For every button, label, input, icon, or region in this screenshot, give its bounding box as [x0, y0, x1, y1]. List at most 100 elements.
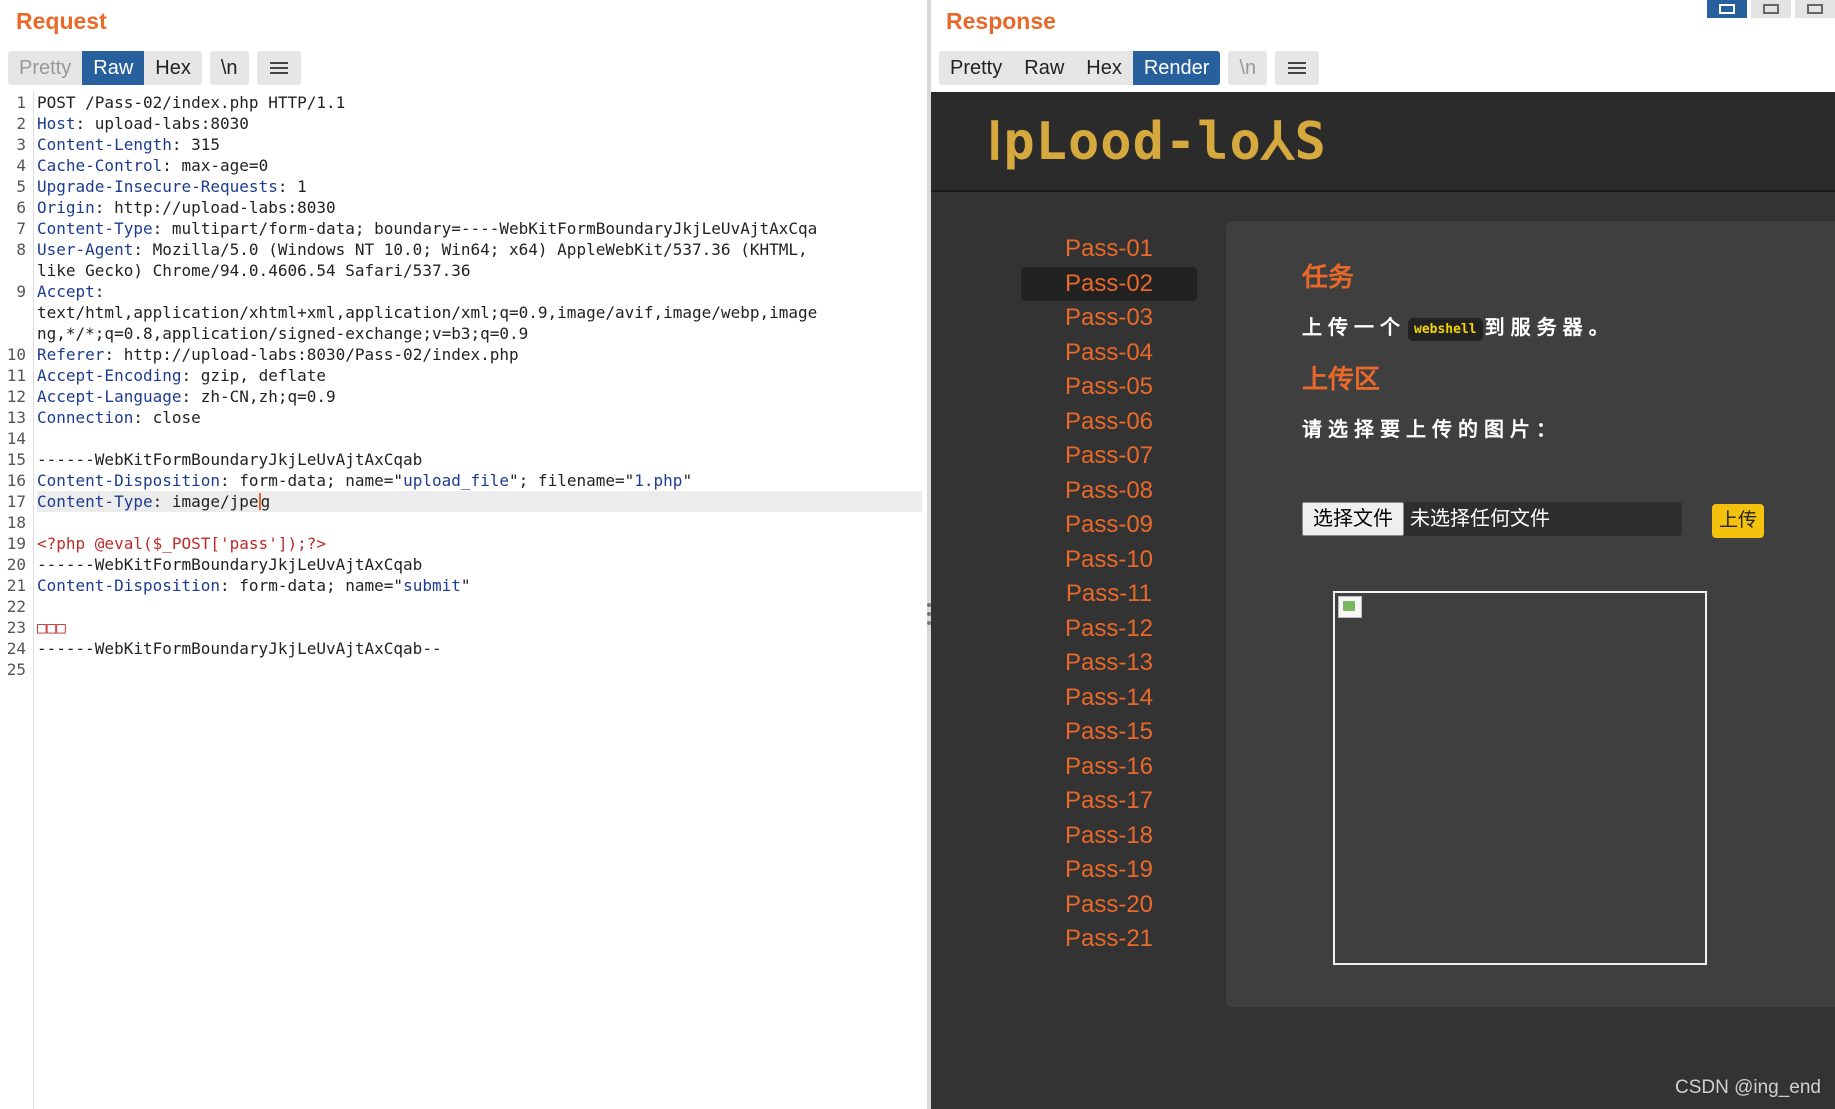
- response-menu-button[interactable]: [1275, 51, 1320, 85]
- code-line: Accept:: [37, 281, 922, 302]
- code-token: : image/jpe: [152, 492, 259, 511]
- response-tab-raw[interactable]: Raw: [1013, 51, 1076, 85]
- response-tab-render[interactable]: Render: [1132, 51, 1221, 85]
- code-token: Cache-Control: [37, 156, 163, 175]
- nav-item-pass-13[interactable]: Pass-13: [1021, 646, 1197, 681]
- code-token: text/html,application/xhtml+xml,applicat…: [37, 303, 818, 322]
- split-view-button[interactable]: [1707, 0, 1747, 18]
- response-tab-pretty[interactable]: Pretty: [939, 51, 1014, 85]
- code-line: ------WebKitFormBoundaryJkjLeUvAjtAxCqab…: [37, 638, 922, 659]
- code-token: ------WebKitFormBoundaryJkjLeUvAjtAxCqab…: [37, 639, 442, 658]
- line-number: 21: [6, 576, 26, 595]
- nav-item-pass-03[interactable]: Pass-03: [1021, 301, 1197, 336]
- code-token: Referer: [37, 345, 105, 364]
- code-token: submit: [403, 576, 461, 595]
- line-number: 24: [6, 639, 26, 658]
- nav-item-pass-08[interactable]: Pass-08: [1021, 474, 1197, 509]
- upload-area-heading: 上传区: [1302, 364, 1381, 394]
- code-token: : 315: [171, 135, 221, 154]
- response-tab-hex[interactable]: Hex: [1075, 51, 1133, 85]
- nav-item-pass-15[interactable]: Pass-15: [1021, 715, 1197, 750]
- code-token: Content-Length: [37, 135, 172, 154]
- upload-button[interactable]: 上传: [1712, 504, 1764, 538]
- line-number: 16: [6, 471, 26, 490]
- line-number: 9: [16, 282, 26, 301]
- file-input[interactable]: 选择文件 未选择任何文件: [1302, 502, 1682, 536]
- nav-item-pass-12[interactable]: Pass-12: [1021, 612, 1197, 647]
- request-view-tabs: Pretty Raw Hex: [8, 51, 202, 85]
- request-tab-pretty[interactable]: Pretty: [8, 51, 83, 85]
- choose-file-button[interactable]: 选择文件: [1302, 502, 1404, 536]
- nav-item-pass-10[interactable]: Pass-10: [1021, 543, 1197, 578]
- nav-item-pass-17[interactable]: Pass-17: [1021, 784, 1197, 819]
- request-editor[interactable]: 1 2 3 4 5 6 7 8 9 10 11 12 13 14 15 16 17 18 19 20 21 22 23 24 2…: [0, 92, 925, 1109]
- code-token: POST /Pass-02/index.php HTTP/1.1: [37, 93, 346, 112]
- code-token: User-Agent: [37, 240, 134, 259]
- line-number: 7: [16, 219, 26, 238]
- nav-item-pass-16[interactable]: Pass-16: [1021, 750, 1197, 785]
- no-file-selected-label: 未选择任何文件: [1410, 508, 1550, 530]
- code-line: Connection: close: [37, 407, 922, 428]
- code-token: : form-data; name=": [220, 576, 404, 595]
- code-token: ": [682, 471, 693, 490]
- code-token: Content-Type: [37, 492, 153, 511]
- line-number: 23: [6, 618, 26, 637]
- code-token: Host: [37, 114, 76, 133]
- request-menu-button[interactable]: [256, 51, 301, 85]
- code-token: :: [94, 282, 105, 301]
- nav-item-pass-20[interactable]: Pass-20: [1021, 888, 1197, 923]
- line-number: 15: [6, 450, 26, 469]
- nav-item-pass-14[interactable]: Pass-14: [1021, 681, 1197, 716]
- line-number: 2: [16, 114, 26, 133]
- code-line: POST /Pass-02/index.php HTTP/1.1: [37, 92, 922, 113]
- line-number: 4: [16, 156, 26, 175]
- response-newline-toggle[interactable]: \n: [1228, 51, 1268, 85]
- code-token: : 1: [277, 177, 307, 196]
- line-number: 10: [6, 345, 26, 364]
- nav-item-pass-06[interactable]: Pass-06: [1021, 405, 1197, 440]
- layout-toggle-group: [1703, 0, 1835, 18]
- code-token: Upgrade-Insecure-Requests: [37, 177, 278, 196]
- stacked-view-button[interactable]: [1751, 0, 1791, 18]
- code-token: : http://upload-labs:8030: [94, 198, 336, 217]
- code-token: : zh-CN,zh;q=0.9: [181, 387, 336, 406]
- code-token: : form-data; name=": [220, 471, 404, 490]
- broken-image-icon: [1338, 596, 1362, 618]
- response-pane: Response Pretty Raw Hex Render \n ⅠpLood…: [931, 0, 1835, 1109]
- code-token: Accept-Language: [37, 387, 182, 406]
- code-token: Accept: [37, 282, 95, 301]
- nav-item-pass-19[interactable]: Pass-19: [1021, 853, 1197, 888]
- code-token: g: [260, 492, 271, 511]
- response-title: Response: [946, 8, 1056, 34]
- request-tab-hex[interactable]: Hex: [144, 51, 202, 85]
- upload-prompt: 请选择要上传的图片：: [1302, 419, 1562, 441]
- code-line: Cache-Control: max-age=0: [37, 155, 922, 176]
- nav-item-pass-01[interactable]: Pass-01: [1021, 232, 1197, 267]
- request-newline-toggle[interactable]: \n: [209, 51, 249, 85]
- nav-item-pass-07[interactable]: Pass-07: [1021, 439, 1197, 474]
- line-number: 12: [6, 387, 26, 406]
- line-number: 18: [6, 513, 26, 532]
- uploaded-image-preview: [1333, 591, 1707, 965]
- nav-item-pass-18[interactable]: Pass-18: [1021, 819, 1197, 854]
- request-tab-raw[interactable]: Raw: [82, 51, 145, 85]
- nav-item-pass-21[interactable]: Pass-21: [1021, 922, 1197, 957]
- code-token: : http://upload-labs:8030/Pass-02/index.…: [104, 345, 519, 364]
- content-panel: 任务 上传一个 webshell 到服务器。 上传区 请选择要上传的图片： 选择文件…: [1226, 221, 1835, 1007]
- single-view-button[interactable]: [1795, 0, 1835, 18]
- nav-item-pass-11[interactable]: Pass-11: [1021, 577, 1197, 612]
- upload-labs-logo: ⅠpLood-lo⅄S: [987, 112, 1327, 172]
- nav-item-pass-04[interactable]: Pass-04: [1021, 336, 1197, 371]
- code-line: ------WebKitFormBoundaryJkjLeUvAjtAxCqab: [37, 554, 922, 575]
- request-toolbar: Pretty Raw Hex \n: [8, 51, 301, 85]
- code-line: User-Agent: Mozilla/5.0 (Windows NT 10.0…: [37, 239, 922, 260]
- code-line: text/html,application/xhtml+xml,applicat…: [37, 302, 922, 323]
- code-token: : gzip, deflate: [181, 366, 327, 385]
- hamburger-menu-icon: [269, 62, 288, 74]
- nav-item-pass-02[interactable]: Pass-02: [1021, 266, 1197, 301]
- nav-item-pass-09[interactable]: Pass-09: [1021, 508, 1197, 543]
- nav-item-pass-05[interactable]: Pass-05: [1021, 370, 1197, 405]
- code-token: Content-Disposition: [37, 471, 221, 490]
